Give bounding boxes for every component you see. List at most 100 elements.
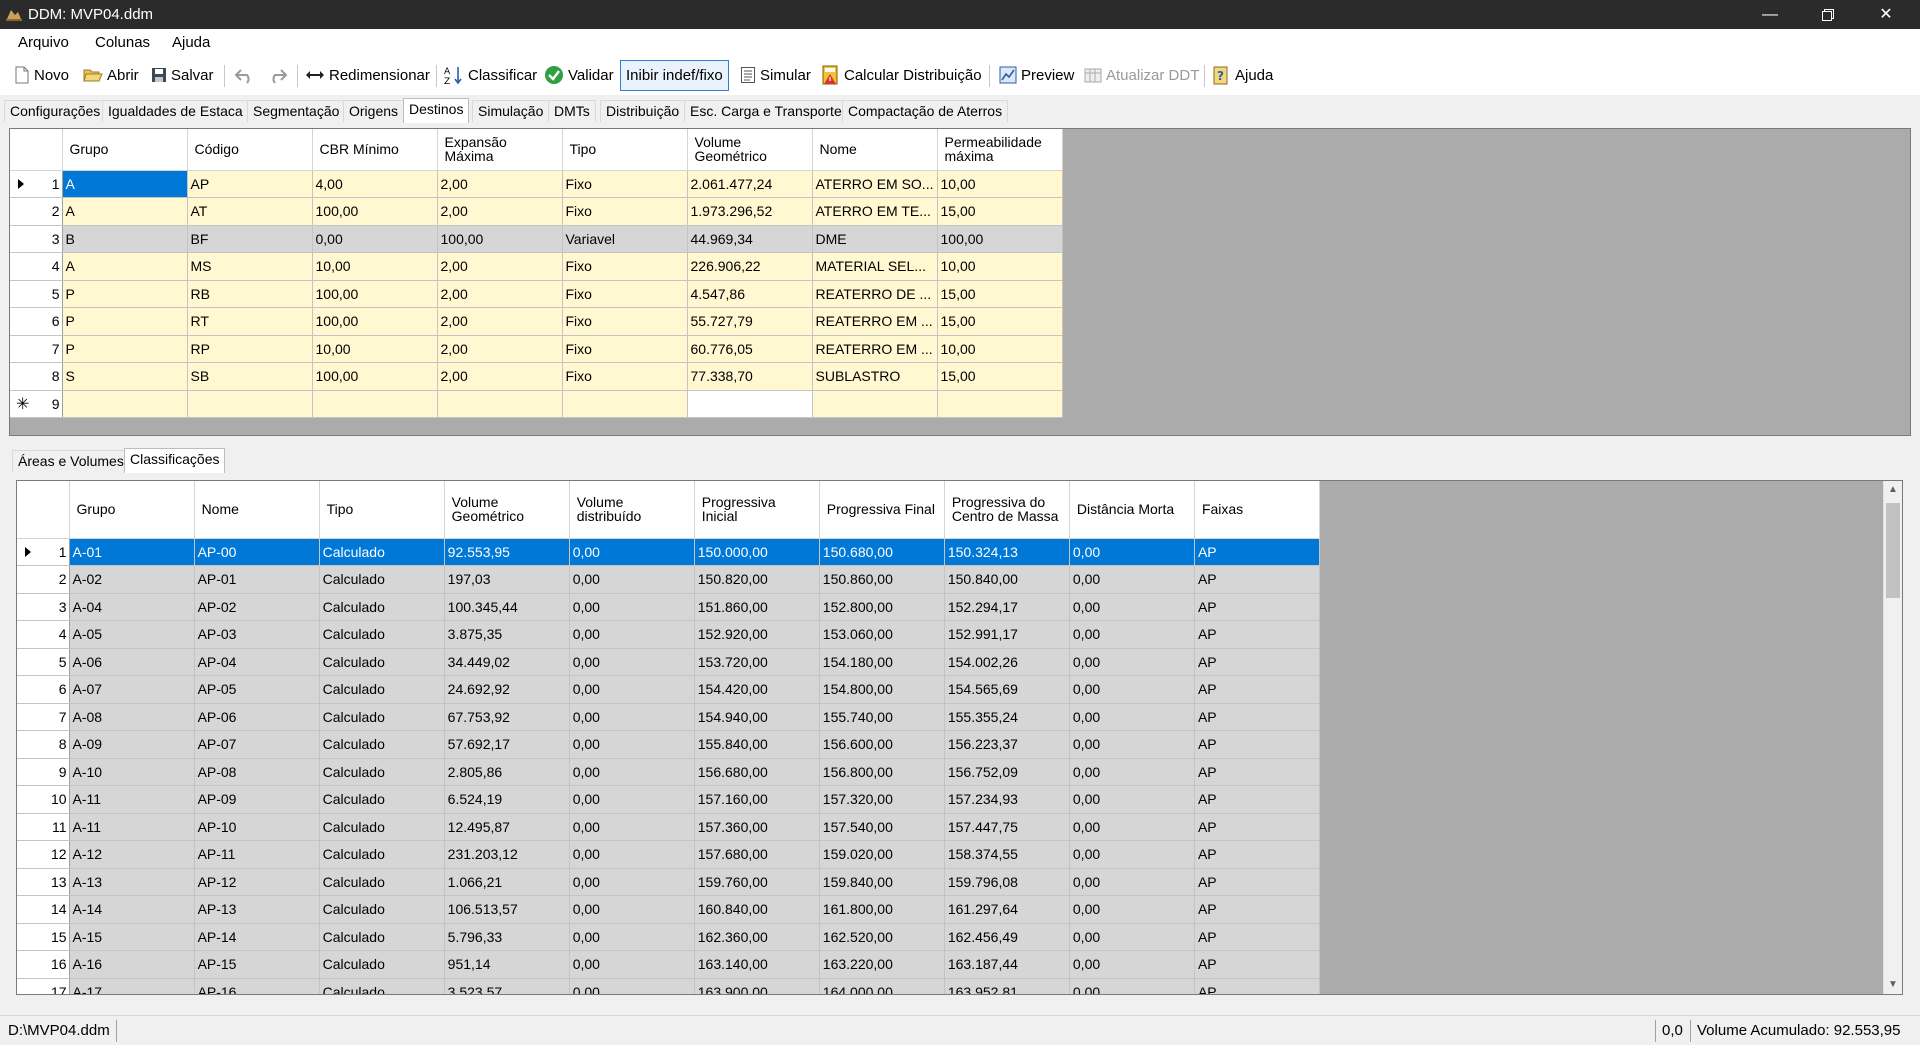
grid-cell[interactable]: 0,00 [569,620,695,649]
grid-cell[interactable]: 44.969,34 [687,225,813,253]
grid-cell[interactable]: A-02 [69,565,195,594]
row-header[interactable]: 2 [10,197,63,226]
grid-cell[interactable]: 0,00 [569,923,695,951]
grid-cell[interactable]: 2,00 [437,335,563,363]
grid-cell[interactable]: MATERIAL SEL... [812,252,938,281]
grid-cell[interactable]: 0,00 [1069,538,1195,566]
grid-cell[interactable]: 2.061.477,24 [687,170,813,198]
grid-cell[interactable]: SUBLASTRO [812,362,938,391]
grid-cell[interactable] [187,390,313,418]
grid-cell[interactable]: 150.000,00 [694,538,820,566]
row-header[interactable]: 15 [17,923,70,951]
grid-cell[interactable]: 231.203,12 [444,840,570,869]
grid-cell[interactable]: 161.297,64 [944,895,1070,924]
row-header[interactable]: 8 [10,362,63,391]
column-header[interactable]: Progressiva do Centro de Massa [944,481,1070,539]
ajuda-button[interactable]: ? Ajuda [1213,61,1273,89]
grid-cell[interactable]: 0,00 [312,225,438,253]
grid-cell[interactable]: 0,00 [569,840,695,869]
grid-cell[interactable]: A [62,252,188,281]
grid-cell[interactable]: 4.547,86 [687,280,813,308]
grid-cell[interactable]: 15,00 [937,280,1063,308]
scroll-down-arrow-icon[interactable]: ▼ [1884,976,1902,994]
grid-cell[interactable]: Calculado [319,538,445,566]
grid-cell[interactable]: 0,00 [1069,813,1195,841]
grid-cell[interactable]: 155.840,00 [694,730,820,759]
grid-cell[interactable]: 156.752,09 [944,758,1070,786]
grid-cell[interactable]: AP [1194,620,1321,649]
grid-cell[interactable]: 15,00 [937,362,1063,391]
grid-cell[interactable]: 2,00 [437,307,563,336]
grid-cell[interactable]: RB [187,280,313,308]
grid-cell[interactable]: 156.600,00 [819,730,945,759]
row-header[interactable]: 4 [17,620,70,649]
grid-cell[interactable]: MS [187,252,313,281]
grid-cell[interactable]: 10,00 [312,335,438,363]
grid-cell[interactable]: 100.345,44 [444,593,570,621]
grid-cell[interactable]: AP-07 [194,730,320,759]
row-header[interactable]: 3 [17,593,70,621]
grid-cell[interactable] [937,390,1063,418]
tab-segmentacao[interactable]: Segmentação [247,100,346,122]
grid-cell[interactable]: A [62,170,188,198]
tab-areas-e-volumes[interactable]: Áreas e Volumes [12,450,130,472]
tab-classificacoes[interactable]: Classificações [124,448,226,473]
novo-button[interactable]: Novo [14,61,69,89]
table-row[interactable]: 8 A-09 AP-07 Calculado 57.692,17 0,00 155.840,… [17,730,1321,759]
grid-cell[interactable]: 157.540,00 [819,813,945,841]
row-header[interactable]: 10 [17,785,70,814]
table-row[interactable]: 14 A-14 AP-13 Calculado 106.513,57 0,00 160.84… [17,895,1321,924]
grid-cell[interactable]: Calculado [319,868,445,896]
grid-cell[interactable]: 151.860,00 [694,593,820,621]
grid-cell[interactable]: Calculado [319,593,445,621]
menu-colunas[interactable]: Colunas [95,34,150,51]
scroll-up-arrow-icon[interactable]: ▲ [1884,481,1902,499]
table-row[interactable]: 11 A-11 AP-10 Calculado 12.495,87 0,00 157.360… [17,813,1321,841]
grid-cell[interactable]: 164.000,00 [819,978,945,994]
grid-cell[interactable]: 163.140,00 [694,950,820,979]
grid-cell[interactable]: AP-14 [194,923,320,951]
grid-cell[interactable]: 4,00 [312,170,438,198]
grid-cell[interactable]: RT [187,307,313,336]
salvar-button[interactable]: Salvar [151,61,214,89]
grid-cell[interactable]: 154.420,00 [694,675,820,704]
grid-cell[interactable]: A-04 [69,593,195,621]
grid-cell[interactable]: A-10 [69,758,195,786]
table-row[interactable]: 10 A-11 AP-09 Calculado 6.524,19 0,00 157.160,… [17,785,1321,814]
grid-cell[interactable]: Fixo [562,170,688,198]
column-header[interactable]: Volume Geométrico [444,481,570,539]
grid-cell[interactable]: Fixo [562,335,688,363]
grid-cell[interactable]: 157.160,00 [694,785,820,814]
grid-cell[interactable]: RP [187,335,313,363]
grid-cell[interactable]: Fixo [562,252,688,281]
grid-cell[interactable]: 10,00 [937,252,1063,281]
grid-cell[interactable]: 152.920,00 [694,620,820,649]
grid-cell[interactable]: AP [1194,923,1321,951]
grid-cell[interactable]: Fixo [562,280,688,308]
row-header[interactable]: 16 [17,950,70,979]
grid-cell[interactable]: 157.360,00 [694,813,820,841]
classificar-button[interactable]: AZ Classificar [444,61,537,89]
grid-cell[interactable]: AP [1194,868,1321,896]
grid-cell[interactable]: AP [1194,730,1321,759]
grid-cell[interactable]: Calculado [319,648,445,676]
grid-cell[interactable] [312,390,438,418]
grid-cell[interactable]: AP-04 [194,648,320,676]
grid-cell[interactable]: 0,00 [1069,593,1195,621]
grid-cell[interactable]: 100,00 [312,362,438,391]
table-row[interactable]: 1 A-01 AP-00 Calculado 92.553,95 0,00 150.000,… [17,538,1321,566]
grid-cell[interactable]: Calculado [319,950,445,979]
grid-cell[interactable] [687,390,813,418]
grid-cell[interactable] [812,390,938,418]
grid-cell[interactable]: 100,00 [312,197,438,226]
table-row[interactable]: 8 S SB 100,00 2,00 Fixo 77.338,70 SUBLASTRO 15,0… [10,362,1063,391]
grid-cell[interactable]: Calculado [319,703,445,731]
grid-cell[interactable] [62,390,188,418]
grid-cell[interactable]: 67.753,92 [444,703,570,731]
table-row[interactable]: ✳ 9 [10,390,1063,418]
grid-cell[interactable]: 106.513,57 [444,895,570,924]
grid-cell[interactable]: 0,00 [569,593,695,621]
column-header[interactable]: Progressiva Inicial [694,481,820,539]
grid-cell[interactable]: A-17 [69,978,195,994]
grid-cell[interactable]: A-12 [69,840,195,869]
